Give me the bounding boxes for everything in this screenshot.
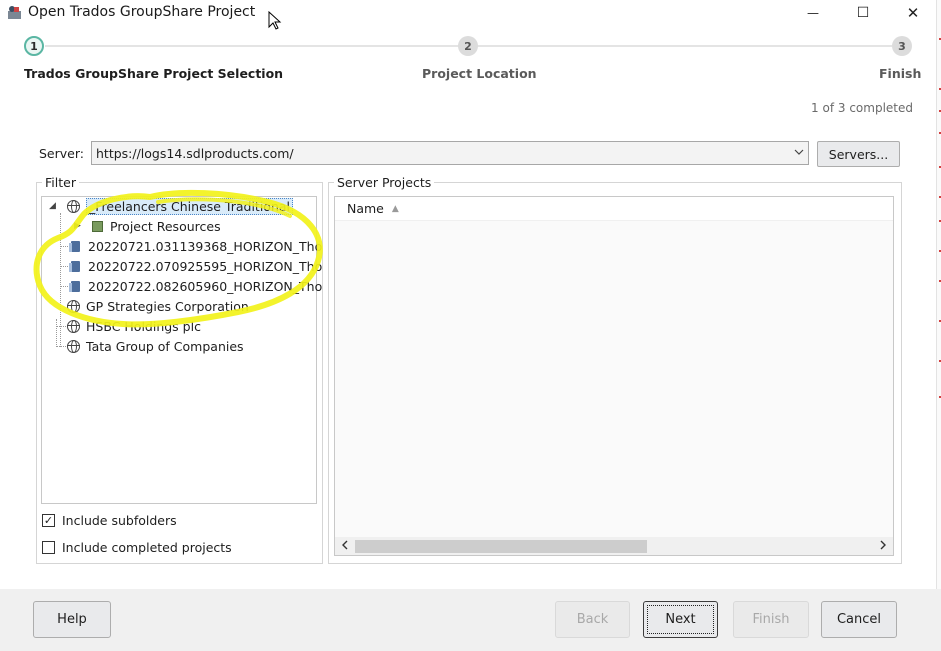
step-1-label: Trados GroupShare Project Selection	[24, 66, 284, 81]
next-button[interactable]: Next	[643, 601, 718, 638]
include-completed-label: Include completed projects	[62, 540, 232, 555]
include-subfolders-label: Include subfolders	[62, 513, 177, 528]
step-2-label: Project Location	[422, 66, 537, 81]
servers-button[interactable]: Servers...	[817, 141, 900, 167]
minimize-button[interactable]: —	[790, 0, 836, 26]
minimize-icon: —	[807, 6, 819, 20]
sort-ascending-icon: ▲	[391, 203, 399, 214]
maximize-button[interactable]: ☐	[840, 0, 886, 26]
finish-button[interactable]: Finish	[733, 601, 809, 638]
close-icon: ✕	[906, 4, 920, 22]
back-button[interactable]: Back	[555, 601, 630, 638]
name-column-header[interactable]: Name ▲	[335, 197, 893, 221]
maximize-icon: ☐	[856, 5, 870, 21]
scroll-thumb[interactable]	[355, 540, 647, 553]
app-icon	[8, 6, 21, 19]
server-value: https://logs14.sdlproducts.com/	[96, 145, 294, 161]
title-bar: Open Trados GroupShare Project — ☐ ✕	[0, 0, 941, 26]
server-projects-list[interactable]: Name ▲	[334, 196, 894, 556]
include-subfolders-row[interactable]: ✓ Include subfolders	[42, 513, 177, 528]
window-edge	[936, 0, 941, 651]
server-dropdown[interactable]: https://logs14.sdlproducts.com/	[91, 141, 809, 165]
include-subfolders-checkbox[interactable]: ✓	[42, 514, 55, 527]
server-projects-title: Server Projects	[334, 175, 435, 190]
progress-text: 1 of 3 completed	[811, 101, 913, 115]
step-3-indicator: 3	[892, 36, 912, 56]
name-column-label: Name	[347, 201, 384, 216]
highlight-annotation	[33, 189, 323, 328]
mouse-cursor-icon	[268, 11, 282, 30]
window-title: Open Trados GroupShare Project	[28, 4, 256, 20]
scroll-right-icon[interactable]	[879, 538, 887, 555]
cancel-button[interactable]: Cancel	[821, 601, 897, 638]
scroll-left-icon[interactable]	[341, 538, 349, 555]
footer-bar: Help Back Next Finish Cancel	[0, 589, 941, 651]
step-1-indicator: 1	[24, 36, 44, 56]
step-2-indicator: 2	[458, 36, 478, 56]
horizontal-scrollbar[interactable]	[335, 537, 893, 555]
chevron-down-icon	[794, 149, 804, 155]
include-completed-row[interactable]: Include completed projects	[42, 540, 232, 555]
help-button[interactable]: Help	[33, 601, 111, 638]
step-3-label: Finish	[879, 66, 922, 81]
include-completed-checkbox[interactable]	[42, 541, 55, 554]
server-label: Server:	[39, 146, 84, 161]
close-button[interactable]: ✕	[890, 0, 936, 26]
